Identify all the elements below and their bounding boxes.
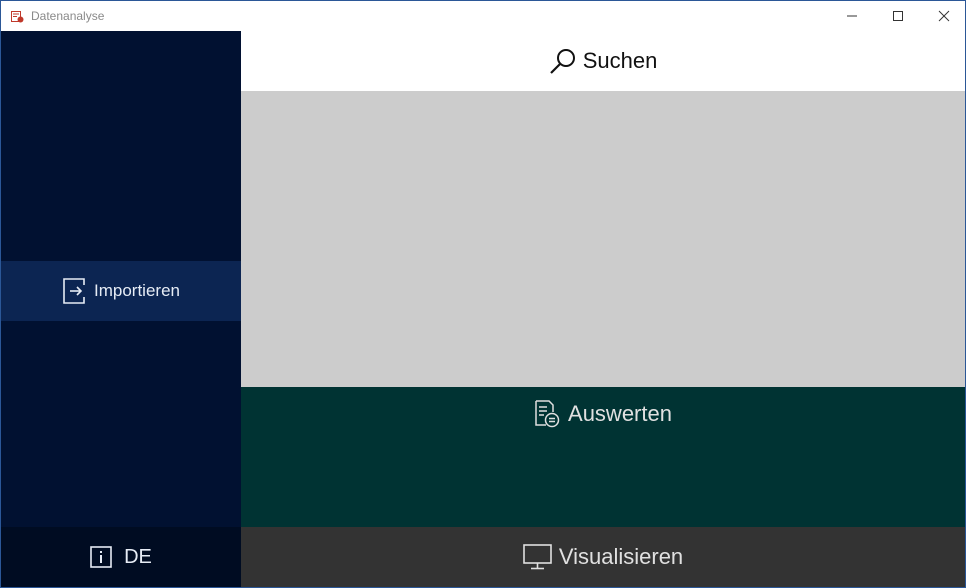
search-button[interactable]: Suchen [241, 31, 965, 91]
import-button[interactable]: Importieren [1, 261, 241, 321]
evaluate-icon [534, 400, 560, 428]
title-bar[interactable]: Datenanalyse [1, 1, 965, 31]
language-button[interactable]: DE [1, 527, 241, 587]
search-label: Suchen [582, 48, 658, 73]
import-label: Importieren [94, 281, 180, 300]
minimize-icon [846, 10, 858, 22]
close-icon [938, 10, 950, 22]
minimize-button[interactable] [829, 1, 875, 31]
close-button[interactable] [921, 1, 966, 31]
maximize-icon [892, 10, 904, 22]
evaluate-panel[interactable]: Auswerten [241, 387, 965, 527]
content-area [241, 91, 965, 387]
search-icon [549, 47, 577, 75]
app-icon [11, 10, 24, 23]
maximize-button[interactable] [875, 1, 921, 31]
evaluate-button[interactable]: Auswerten [241, 397, 965, 431]
language-label: DE [124, 545, 152, 568]
visualize-label: Visualisieren [558, 544, 684, 569]
import-icon [62, 278, 86, 304]
visualize-button[interactable]: Visualisieren [241, 527, 965, 587]
window-title: Datenanalyse [31, 9, 105, 23]
sidebar: Importieren [1, 31, 241, 527]
info-icon [90, 546, 112, 568]
app-window: Datenanalyse Importieren DE Suchen Auswe… [0, 0, 966, 588]
evaluate-label: Auswerten [568, 401, 672, 426]
monitor-icon [523, 544, 553, 570]
